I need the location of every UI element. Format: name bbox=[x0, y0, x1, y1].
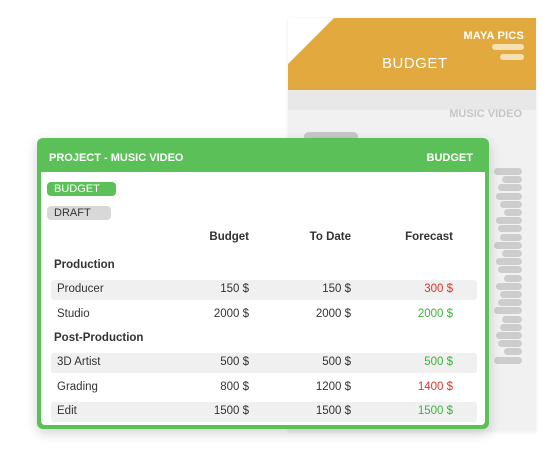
row-name: Studio bbox=[57, 307, 90, 320]
placeholder-line bbox=[500, 233, 522, 241]
card-body: BUDGET DRAFT Budget To Date Forecast Pro… bbox=[41, 172, 485, 425]
background-doc-title: BUDGET bbox=[382, 55, 448, 72]
placeholder-line bbox=[494, 168, 522, 175]
placeholder-line bbox=[496, 258, 522, 266]
placeholder-line bbox=[504, 348, 522, 356]
placeholder-line bbox=[498, 299, 522, 307]
row-budget: 2000 $ bbox=[213, 307, 249, 320]
brand-name: MAYA PICS bbox=[463, 30, 524, 42]
row-name: Producer bbox=[57, 283, 104, 295]
table-row[interactable]: 3D Artist 500 $ 500 $ 500 $ bbox=[51, 353, 477, 373]
row-forecast: 1500 $ bbox=[417, 405, 453, 417]
page-fold-corner bbox=[288, 18, 334, 64]
row-todate: 500 $ bbox=[322, 356, 351, 368]
row-forecast: 500 $ bbox=[424, 356, 453, 368]
row-budget: 150 $ bbox=[220, 283, 249, 295]
row-todate: 2000 $ bbox=[315, 307, 351, 320]
placeholder-line bbox=[498, 266, 522, 274]
section-heading: Production bbox=[54, 259, 115, 271]
placeholder-line bbox=[494, 241, 522, 249]
placeholder-line bbox=[498, 340, 522, 348]
placeholder-line bbox=[500, 323, 522, 331]
draft-chip[interactable]: DRAFT bbox=[47, 206, 111, 220]
brand-logo-line bbox=[492, 44, 524, 50]
row-todate: 1200 $ bbox=[315, 380, 351, 393]
placeholder-line bbox=[502, 176, 522, 184]
placeholder-line bbox=[496, 217, 522, 225]
placeholder-line bbox=[494, 307, 522, 315]
background-doc-band bbox=[288, 90, 536, 110]
row-budget: 1500 $ bbox=[213, 405, 249, 417]
row-name: Grading bbox=[57, 380, 98, 393]
section-heading: Post-Production bbox=[54, 332, 144, 344]
budget-card: PROJECT - MUSIC VIDEO BUDGET BUDGET DRAF… bbox=[37, 138, 489, 429]
row-name: 3D Artist bbox=[57, 356, 101, 368]
row-todate: 150 $ bbox=[322, 283, 351, 295]
table-row[interactable]: Studio 2000 $ 2000 $ 2000 $ bbox=[51, 305, 477, 325]
placeholder-line bbox=[496, 282, 522, 290]
table-row[interactable]: Edit 1500 $ 1500 $ 1500 $ bbox=[51, 402, 477, 422]
placeholder-line bbox=[498, 225, 522, 233]
card-tag: BUDGET bbox=[426, 152, 473, 164]
background-doc-subtitle: MUSIC VIDEO bbox=[449, 108, 522, 120]
placeholder-line bbox=[496, 192, 522, 200]
placeholder-line bbox=[494, 356, 522, 364]
column-header-todate: To Date bbox=[309, 231, 351, 243]
column-header-budget: Budget bbox=[209, 231, 249, 243]
placeholder-line bbox=[502, 315, 522, 323]
card-title: PROJECT - MUSIC VIDEO bbox=[49, 152, 184, 164]
placeholder-line bbox=[502, 250, 522, 257]
brand-logo-line bbox=[500, 54, 524, 60]
row-budget: 500 $ bbox=[220, 356, 249, 368]
placeholder-line bbox=[504, 209, 522, 216]
placeholder-line bbox=[496, 332, 522, 339]
placeholder-line bbox=[504, 274, 522, 282]
row-forecast: 300 $ bbox=[424, 283, 453, 295]
row-name: Edit bbox=[57, 405, 77, 417]
placeholder-line bbox=[500, 291, 522, 298]
row-forecast: 2000 $ bbox=[417, 307, 453, 320]
placeholder-line bbox=[500, 200, 522, 208]
table-row[interactable]: Producer 150 $ 150 $ 300 $ bbox=[51, 280, 477, 300]
column-header-forecast: Forecast bbox=[405, 231, 453, 243]
budget-chip[interactable]: BUDGET bbox=[47, 182, 116, 196]
row-forecast: 1400 $ bbox=[417, 380, 453, 393]
row-todate: 1500 $ bbox=[315, 405, 351, 417]
table-row[interactable]: Grading 800 $ 1200 $ 1400 $ bbox=[51, 378, 477, 398]
placeholder-line bbox=[498, 184, 522, 192]
row-budget: 800 $ bbox=[220, 380, 249, 393]
